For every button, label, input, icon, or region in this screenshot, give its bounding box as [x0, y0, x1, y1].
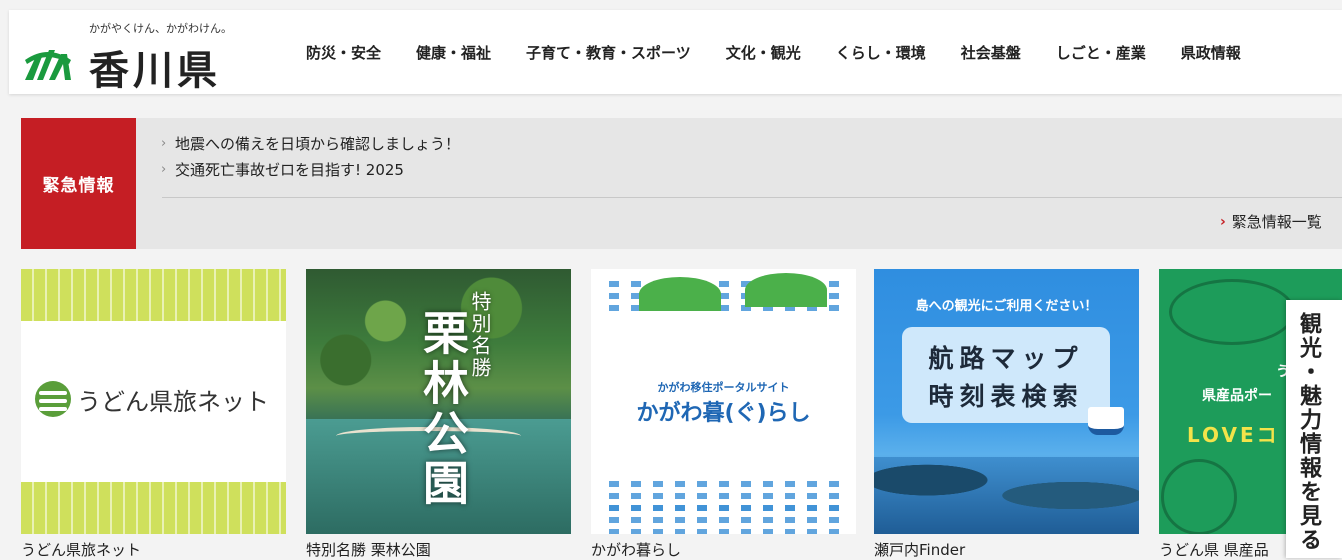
island-hill-icon — [745, 273, 827, 307]
kensanpin-line2: 県産品ポー — [1202, 388, 1272, 404]
nav-item-shakai[interactable]: 社会基盤 — [961, 42, 1021, 63]
banner-stripe — [21, 482, 286, 534]
emergency-item-text: 地震への備えを日頃から確認しましょう！ — [175, 134, 461, 153]
nav-item-shigoto[interactable]: しごと・産業 — [1056, 42, 1146, 63]
kagawa-emblem-icon — [25, 50, 71, 80]
ritsurin-subtitle: 特別名勝 — [468, 291, 492, 379]
onion-icon — [1161, 459, 1237, 534]
udon-tabi-logo: うどん県旅ネット — [35, 381, 269, 417]
banner-stripe — [21, 269, 286, 321]
island-hill-icon — [639, 277, 721, 311]
islands-photo — [874, 457, 1139, 534]
site-logo[interactable]: かがやくけん、かがわけん。 香川県 — [23, 18, 233, 94]
chevron-right-icon: › — [161, 161, 167, 177]
banner-caption[interactable]: 特別名勝 栗林公園 — [306, 539, 571, 560]
chevron-right-icon: › — [1310, 532, 1316, 548]
banner-caption[interactable]: うどん県旅ネット — [21, 539, 286, 560]
emergency-item-text: 交通死亡事故ゼロを目指す! 2025 — [175, 160, 404, 179]
chevron-right-icon: › — [1220, 213, 1226, 230]
emergency-info-box: 緊急情報 › 地震への備えを日頃から確認しましょう！ › 交通死亡事故ゼロを目指… — [21, 118, 1342, 249]
logo-tagline: かがやくけん、かがわけん。 — [89, 22, 232, 35]
nav-item-bousai[interactable]: 防災・安全 — [306, 42, 381, 63]
emergency-item[interactable]: › 交通死亡事故ゼロを目指す! 2025 — [161, 156, 460, 182]
emergency-label: 緊急情報 — [21, 118, 136, 249]
banner-kagawa-kurashi[interactable]: かがわ移住ポータルサイト かがわ暮(ぐ)らし — [591, 269, 856, 534]
emergency-list-link-text: 緊急情報一覧 — [1231, 213, 1322, 231]
banner-ritsurin-park[interactable]: 栗林公園 特別名勝 — [306, 269, 571, 534]
nav-item-kosodate[interactable]: 子育て・教育・スポーツ — [526, 42, 691, 63]
finder-top-text: 島への観光にご利用ください！ — [915, 299, 1098, 314]
emergency-list: › 地震への備えを日頃から確認しましょう！ › 交通死亡事故ゼロを目指す! 20… — [161, 130, 460, 182]
finder-line2: 時刻表検索 — [928, 382, 1084, 411]
emergency-list-link[interactable]: › 緊急情報一覧 — [1220, 211, 1322, 232]
finder-panel: 航路マップ 時刻表検索 — [902, 327, 1110, 423]
kurashi-title: かがわ暮(ぐ)らし — [636, 401, 811, 426]
ferry-icon — [1088, 407, 1124, 435]
finder-line1: 航路マップ — [928, 344, 1084, 373]
banner-setouchi-finder[interactable]: 島への観光にご利用ください！ 航路マップ 時刻表検索 — [874, 269, 1139, 534]
banner-caption[interactable]: 瀬戸内Finder — [874, 539, 1139, 560]
side-tab-label: 観光・魅力情報を見る — [1296, 312, 1321, 552]
banner-caption[interactable]: かがわ暮らし — [591, 539, 856, 560]
nav-item-kensei[interactable]: 県政情報 — [1181, 42, 1241, 63]
global-nav: 防災・安全 健康・福祉 子育て・教育・スポーツ 文化・観光 くらし・環境 社会基… — [306, 10, 1241, 94]
nav-item-kurashi[interactable]: くらし・環境 — [836, 42, 926, 63]
nav-item-kenkou[interactable]: 健康・福祉 — [416, 42, 491, 63]
banner-udon-tabi-net[interactable]: うどん県旅ネット — [21, 269, 286, 534]
kensanpin-line3: LOVEコ — [1187, 423, 1280, 447]
logo-name: 香川県 — [89, 48, 221, 94]
nav-item-bunka[interactable]: 文化・観光 — [726, 42, 801, 63]
vegetable-icon — [1169, 279, 1295, 345]
divider — [162, 197, 1342, 198]
emergency-item[interactable]: › 地震への備えを日頃から確認しましょう！ — [161, 130, 460, 156]
udon-logo-text: うどん県旅ネット — [77, 387, 269, 416]
kurashi-portal-label: かがわ移住ポータルサイト — [657, 381, 790, 394]
udon-bowl-icon — [35, 381, 71, 417]
fish-pattern — [609, 505, 839, 534]
chevron-right-icon: › — [161, 135, 167, 151]
tourism-info-side-tab[interactable]: 観光・魅力情報を見る › — [1286, 300, 1342, 558]
site-header: かがやくけん、かがわけん。 香川県 防災・安全 健康・福祉 子育て・教育・スポー… — [9, 10, 1342, 94]
